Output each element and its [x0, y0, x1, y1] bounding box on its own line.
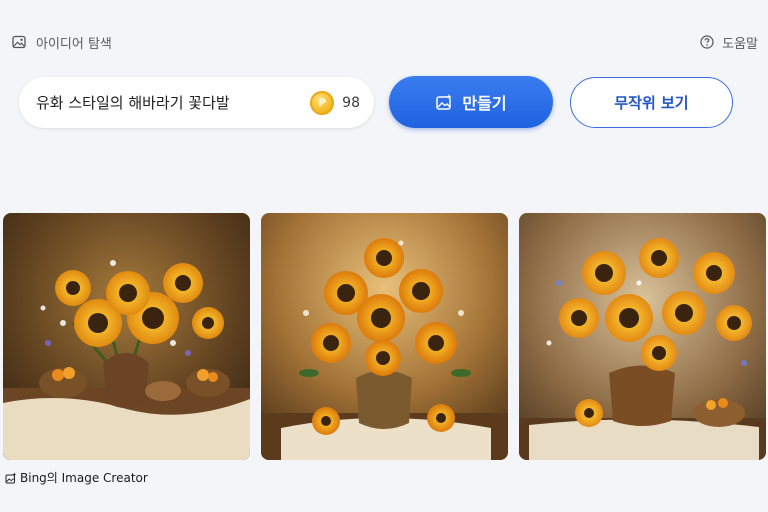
image-sparkle-icon — [435, 93, 453, 111]
credit-label: Bing의 Image Creator — [20, 471, 148, 485]
sunflower-bouquet-image-2[interactable] — [261, 213, 508, 460]
surprise-me-button[interactable]: 무작위 보기 — [570, 77, 733, 128]
image-icon — [12, 35, 26, 49]
help-label: 도움말 — [722, 36, 758, 52]
prompt-input[interactable]: 유화 스타일의 해바라기 꽃다발 ₱ 98 — [19, 77, 374, 128]
help-link[interactable]: 도움말 — [700, 33, 758, 52]
coin-icon: ₱ — [310, 90, 335, 115]
sunflower-bouquet-image-3[interactable] — [519, 213, 766, 460]
coin-count: 98 — [342, 94, 360, 111]
explore-ideas-link[interactable]: 아이디어 탐색 — [12, 33, 112, 52]
create-button[interactable]: 만들기 — [389, 76, 553, 128]
image-gallery — [3, 213, 767, 460]
explore-ideas-label: 아이디어 탐색 — [36, 36, 112, 52]
sunflower-bouquet-image-1[interactable] — [3, 213, 250, 460]
surprise-me-label: 무작위 보기 — [614, 94, 689, 112]
prompt-text[interactable]: 유화 스타일의 해바라기 꽃다발 — [36, 92, 310, 113]
image-creator-credit: Bing의 Image Creator — [5, 469, 148, 486]
question-circle-icon — [700, 35, 714, 49]
create-button-label: 만들기 — [462, 94, 507, 113]
image-sparkle-icon — [5, 472, 17, 484]
